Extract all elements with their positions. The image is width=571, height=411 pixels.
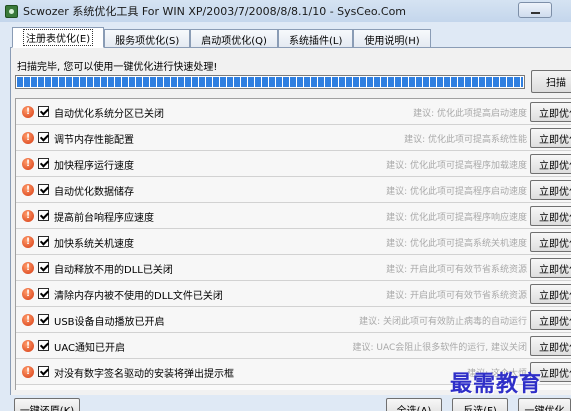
item-checkbox[interactable] — [38, 158, 49, 169]
one-click-optimize-button[interactable]: 一键优化 — [518, 398, 571, 411]
list-item: ! 自动释放不用的DLL已关闭 建议: 开启此项可有效节省系统资源立即优化 — [16, 255, 571, 281]
optimize-now-button[interactable]: 立即优化 — [530, 206, 571, 226]
watermark: 最需教育 — [450, 371, 543, 397]
alert-icon: ! — [22, 158, 34, 170]
item-label: 自动释放不用的DLL已关闭 — [54, 265, 173, 276]
item-suggestion: 建议: 开启此项可有效节省系统资源 — [386, 265, 527, 275]
item-label: 提高前台响程序应速度 — [54, 213, 154, 224]
optimize-now-button[interactable]: 立即优化 — [530, 336, 571, 356]
main-panel: 扫描完毕, 您可以使用一键优化进行快速处理! 扫描 ! 自动优化系统分区已关闭 建议… — [10, 47, 571, 395]
item-checkbox[interactable] — [38, 132, 49, 143]
item-suggestion: 建议: 关闭此项可有效防止病毒的自动运行 — [359, 317, 527, 327]
alert-icon: ! — [22, 106, 34, 118]
item-suggestion: 建议: 优化此项可提高程序启动速度 — [386, 187, 527, 197]
alert-icon: ! — [22, 184, 34, 196]
alert-icon: ! — [22, 262, 34, 274]
invert-selection-button[interactable]: 反选(F) — [452, 398, 508, 411]
item-suggestion: 建议: 优化此项提高启动速度 — [413, 109, 527, 119]
tab-label: 使用说明(H) — [364, 35, 420, 47]
item-checkbox[interactable] — [38, 314, 49, 325]
alert-icon: ! — [22, 366, 34, 378]
list-item: ! 自动优化数据储存 建议: 优化此项可提高程序启动速度立即优化 — [16, 177, 571, 203]
optimize-now-button[interactable]: 立即优化 — [530, 180, 571, 200]
alert-icon: ! — [22, 314, 34, 326]
progress-fill — [17, 77, 523, 87]
tab-registry-optimize[interactable]: 注册表优化(E) — [12, 27, 105, 48]
tab-label: 注册表优化(E) — [23, 29, 94, 46]
optimize-now-button[interactable]: 立即优化 — [530, 258, 571, 278]
list-item: ! USB设备自动播放已开启 建议: 关闭此项可有效防止病毒的自动运行立即优化 — [16, 307, 571, 333]
app-icon — [5, 4, 18, 18]
scan-progress-bar — [15, 75, 525, 89]
select-all-button[interactable]: 全选(A) — [386, 398, 442, 411]
list-item: ! 提高前台响程序应速度 建议: 优化此项可提高程序响应速度立即优化 — [16, 203, 571, 229]
tab-startup-optimize[interactable]: 启动项优化(Q) — [190, 29, 278, 48]
scan-button[interactable]: 扫描 — [531, 70, 571, 93]
tab-label: 系统插件(L) — [288, 35, 343, 47]
alert-icon: ! — [22, 132, 34, 144]
status-text: 扫描完毕, 您可以使用一键优化进行快速处理! — [17, 62, 218, 73]
tab-system-plugins[interactable]: 系统插件(L) — [277, 29, 354, 48]
item-suggestion: 建议: 优化此项可提高程序响应速度 — [386, 213, 527, 223]
optimize-now-button[interactable]: 立即优化 — [530, 128, 571, 148]
item-checkbox[interactable] — [38, 366, 49, 377]
item-checkbox[interactable] — [38, 340, 49, 351]
item-checkbox[interactable] — [38, 184, 49, 195]
alert-icon: ! — [22, 340, 34, 352]
item-label: 加快系统关机速度 — [54, 239, 134, 250]
list-item: ! 自动优化系统分区已关闭 建议: 优化此项提高启动速度立即优化 — [16, 99, 571, 125]
tab-label: 启动项优化(Q) — [201, 35, 267, 47]
list-item: ! UAC通知已开启 建议: UAC会阻止很多软件的运行, 建议关闭立即优化 — [16, 333, 571, 359]
alert-icon: ! — [22, 236, 34, 248]
item-suggestion: 建议: 优化此项可提高系统性能 — [404, 135, 527, 145]
one-click-restore-button[interactable]: 一键还原(K) — [14, 398, 80, 411]
item-label: 清除内存内被不使用的DLL文件已关闭 — [54, 291, 223, 302]
item-checkbox[interactable] — [38, 236, 49, 247]
list-item: ! 清除内存内被不使用的DLL文件已关闭 建议: 开启此项可有效节省系统资源立即优化 — [16, 281, 571, 307]
item-label: 对没有数字签名驱动的安装将弹出提示框 — [54, 369, 234, 380]
list-item: ! 加快程序运行速度 建议: 优化此项可提高程序加载速度立即优化 — [16, 151, 571, 177]
item-label: 自动优化系统分区已关闭 — [54, 109, 164, 120]
optimization-list: !自动优化系统分区已关闭建议: 优化此项提高启动速度立即优化!调节内存性能配置建… — [15, 98, 571, 390]
list-item: ! 调节内存性能配置 建议: 优化此项可提高系统性能立即优化 — [16, 125, 571, 151]
item-label: USB设备自动播放已开启 — [54, 317, 165, 328]
alert-icon: ! — [22, 210, 34, 222]
item-checkbox[interactable] — [38, 288, 49, 299]
item-suggestion: 建议: 优化此项可提高程序加载速度 — [386, 161, 527, 171]
optimize-now-button[interactable]: 立即优化 — [530, 102, 571, 122]
minimize-icon — [530, 11, 540, 14]
item-suggestion: 建议: 开启此项可有效节省系统资源 — [386, 291, 527, 301]
item-label: UAC通知已开启 — [54, 343, 125, 354]
list-item: ! 加快系统关机速度 建议: 优化此项可提高系统关机速度立即优化 — [16, 229, 571, 255]
optimize-now-button[interactable]: 立即优化 — [530, 310, 571, 330]
item-checkbox[interactable] — [38, 210, 49, 221]
item-label: 加快程序运行速度 — [54, 161, 134, 172]
title-bar: Scwozer 系统优化工具 For WIN XP/2003/7/2008/8/… — [0, 0, 571, 22]
alert-icon: ! — [22, 288, 34, 300]
tab-usage-help[interactable]: 使用说明(H) — [353, 29, 431, 48]
item-checkbox[interactable] — [38, 262, 49, 273]
item-label: 自动优化数据储存 — [54, 187, 134, 198]
tab-service-optimize[interactable]: 服务项优化(S) — [104, 29, 191, 48]
tab-label: 服务项优化(S) — [115, 35, 180, 47]
item-checkbox[interactable] — [38, 106, 49, 117]
tab-bar: 注册表优化(E) 服务项优化(S) 启动项优化(Q) 系统插件(L) 使用说明(… — [12, 27, 431, 48]
item-label: 调节内存性能配置 — [54, 135, 134, 146]
item-suggestion: 建议: UAC会阻止很多软件的运行, 建议关闭 — [352, 343, 528, 353]
optimize-now-button[interactable]: 立即优化 — [530, 154, 571, 174]
optimize-now-button[interactable]: 立即优化 — [530, 232, 571, 252]
item-suggestion: 建议: 优化此项可提高系统关机速度 — [386, 239, 527, 249]
minimize-button[interactable] — [518, 2, 552, 18]
optimize-now-button[interactable]: 立即优化 — [530, 284, 571, 304]
window-title: Scwozer 系统优化工具 For WIN XP/2003/7/2008/8/… — [23, 5, 407, 18]
